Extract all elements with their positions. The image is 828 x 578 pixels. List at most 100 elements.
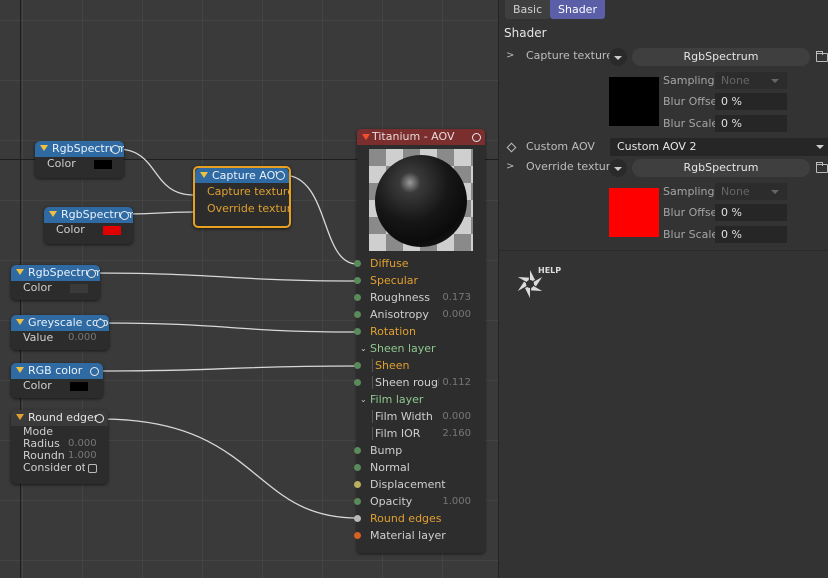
- output-port[interactable]: [96, 318, 105, 328]
- port-dot[interactable]: [354, 481, 361, 488]
- collapse-triangle-icon[interactable]: [16, 319, 24, 325]
- sampling-dropdown[interactable]: None: [715, 183, 787, 200]
- output-port[interactable]: [472, 132, 481, 142]
- link-dropdown-button[interactable]: [609, 159, 627, 177]
- node-header[interactable]: RgbSpectrum: [44, 207, 133, 223]
- row-value[interactable]: 0.000: [68, 438, 97, 450]
- node-editor[interactable]: RgbSpectrum Color RgbSpectrum Color Capt…: [0, 0, 498, 578]
- port-normal[interactable]: Normal: [354, 459, 485, 476]
- custom-aov-select[interactable]: Custom AOV 2: [610, 138, 828, 156]
- blur-offset-field[interactable]: 0 %: [715, 93, 787, 110]
- folder-icon[interactable]: [816, 162, 828, 173]
- collapse-triangle-icon[interactable]: [16, 414, 24, 420]
- output-port[interactable]: [90, 366, 99, 376]
- checkbox[interactable]: [88, 464, 97, 473]
- node-header[interactable]: RGB color: [11, 363, 103, 379]
- texture-node-button[interactable]: RgbSpectrum: [632, 48, 810, 66]
- port-rotation[interactable]: Rotation: [354, 323, 485, 340]
- port-dot[interactable]: [354, 277, 361, 284]
- link-dropdown-button[interactable]: [609, 48, 627, 66]
- node-titanium-aov[interactable]: Titanium - AOV Diffuse Specular Roughnes…: [354, 129, 485, 553]
- collapse-triangle-icon[interactable]: [40, 145, 48, 151]
- port-film-width[interactable]: Film Width 0.000: [357, 408, 485, 425]
- port-value[interactable]: 0.000: [442, 306, 471, 323]
- port-material-layer[interactable]: Material layer: [354, 527, 485, 544]
- node-header[interactable]: Greyscale color: [11, 315, 109, 331]
- node-rgbspectrum-3[interactable]: RgbSpectrum Color: [11, 265, 100, 300]
- port-dot[interactable]: [354, 532, 361, 539]
- tab-shader[interactable]: Shader: [550, 0, 605, 19]
- node-row-roundness[interactable]: Roundness 1.000: [11, 450, 108, 462]
- port-anisotropy[interactable]: Anisotropy 0.000: [354, 306, 485, 323]
- color-swatch[interactable]: [103, 226, 121, 235]
- blur-scale-field[interactable]: 0 %: [715, 226, 787, 243]
- chevron-down-icon[interactable]: ⌄: [360, 340, 367, 357]
- output-port[interactable]: [87, 268, 96, 278]
- port-value[interactable]: 0.173: [442, 289, 471, 306]
- row-value[interactable]: 1.000: [68, 450, 97, 462]
- output-port[interactable]: [276, 171, 285, 180]
- port-dot[interactable]: [354, 260, 361, 267]
- port-dot[interactable]: [354, 515, 361, 522]
- port-dot[interactable]: [354, 311, 361, 318]
- port-opacity[interactable]: Opacity 1.000: [354, 493, 485, 510]
- port-override-texture[interactable]: Override texture: [195, 200, 289, 217]
- blur-scale-field[interactable]: 0 %: [715, 115, 787, 132]
- keyframe-diamond-icon[interactable]: [506, 142, 517, 153]
- node-capture-aov[interactable]: Capture AOV Capture texture Override tex…: [193, 166, 291, 228]
- output-port[interactable]: [120, 210, 129, 220]
- port-specular[interactable]: Specular: [354, 272, 485, 289]
- port-sheen[interactable]: Sheen: [354, 357, 485, 374]
- output-port[interactable]: [95, 413, 104, 423]
- row-value[interactable]: 0.000: [68, 331, 97, 345]
- port-film-ior[interactable]: Film IOR 2.160: [357, 425, 485, 442]
- port-dot[interactable]: [354, 294, 361, 301]
- folder-icon[interactable]: [816, 51, 828, 62]
- chevron-down-icon[interactable]: ⌄: [360, 391, 367, 408]
- node-row-radius[interactable]: Radius 0.000: [11, 438, 108, 450]
- port-round-edges[interactable]: Round edges: [354, 510, 485, 527]
- port-dot[interactable]: [354, 362, 361, 369]
- port-value[interactable]: 2.160: [442, 425, 471, 442]
- port-value[interactable]: 1.000: [442, 493, 471, 510]
- texture-node-button[interactable]: RgbSpectrum: [632, 159, 810, 177]
- port-bump[interactable]: Bump: [354, 442, 485, 459]
- color-swatch[interactable]: [70, 284, 88, 293]
- node-rgbspectrum-1[interactable]: RgbSpectrum Color: [35, 141, 124, 178]
- port-sheen-roughness[interactable]: Sheen roughness0.112: [354, 374, 485, 391]
- blur-offset-field[interactable]: 0 %: [715, 204, 787, 221]
- node-rgb-color[interactable]: RGB color Color: [11, 363, 103, 398]
- capture-texture-swatch[interactable]: [609, 77, 659, 126]
- port-dot[interactable]: [354, 464, 361, 471]
- node-header[interactable]: RgbSpectrum: [35, 141, 124, 157]
- override-texture-swatch[interactable]: [609, 188, 659, 237]
- color-swatch[interactable]: [70, 382, 88, 391]
- group-film-layer[interactable]: ⌄ Film layer: [357, 391, 485, 408]
- port-value[interactable]: 0.000: [442, 408, 471, 425]
- port-capture-texture[interactable]: Capture texture: [195, 183, 289, 200]
- port-dot[interactable]: [354, 328, 361, 335]
- collapse-triangle-icon[interactable]: [16, 269, 24, 275]
- port-dot[interactable]: [354, 379, 361, 386]
- node-header[interactable]: Round edges: [11, 410, 108, 426]
- port-value[interactable]: 0.112: [442, 374, 471, 391]
- port-dot[interactable]: [354, 498, 361, 505]
- collapse-triangle-icon[interactable]: [16, 367, 24, 373]
- tab-basic[interactable]: Basic: [505, 0, 551, 19]
- chevron-right-icon[interactable]: >: [506, 157, 514, 177]
- port-roughness[interactable]: Roughness 0.173: [354, 289, 485, 306]
- node-row-consider-other[interactable]: Consider other: [11, 462, 108, 474]
- output-port[interactable]: [111, 144, 120, 154]
- color-swatch[interactable]: [94, 160, 112, 169]
- node-round-edges[interactable]: Round edges Mode Radius 0.000 Roundness …: [11, 410, 108, 484]
- sampling-dropdown[interactable]: None: [715, 72, 787, 89]
- node-header[interactable]: Capture AOV: [195, 168, 289, 183]
- collapse-triangle-icon[interactable]: [49, 211, 57, 217]
- port-diffuse[interactable]: Diffuse: [354, 255, 485, 272]
- collapse-triangle-icon[interactable]: [200, 172, 208, 178]
- chevron-right-icon[interactable]: >: [506, 46, 514, 66]
- node-header[interactable]: Titanium - AOV: [357, 129, 485, 145]
- node-row-mode[interactable]: Mode: [11, 426, 108, 438]
- collapse-triangle-icon[interactable]: [362, 134, 370, 140]
- port-dot[interactable]: [354, 447, 361, 454]
